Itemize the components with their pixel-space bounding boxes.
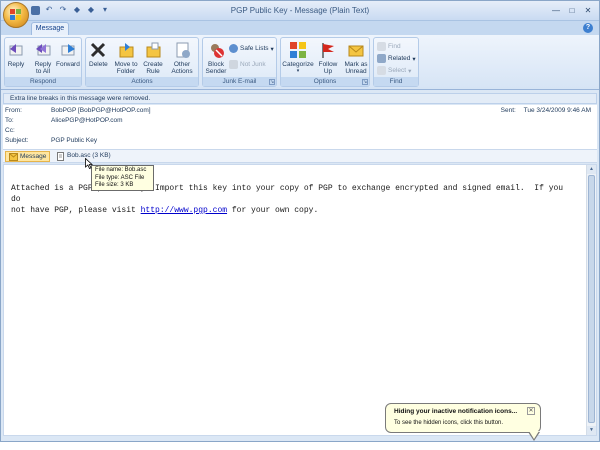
scroll-up-icon[interactable]: ▲	[587, 165, 596, 174]
pgp-website-link[interactable]: http://www.pgp.com	[141, 206, 227, 215]
select-icon	[377, 66, 386, 75]
help-icon[interactable]: ?	[583, 23, 593, 33]
tooltip-file-name: File name: Bob.asc	[95, 167, 147, 173]
find-icon	[377, 42, 386, 51]
info-bar[interactable]: Extra line breaks in this message were r…	[3, 93, 597, 104]
ribbon-group-junk-email: Block Sender Safe Lists ▾ Not Junk Junk …	[202, 37, 277, 87]
sent-value: Tue 3/24/2009 9:46 AM	[523, 107, 591, 114]
group-label-junk-email: Junk E-mail	[203, 77, 276, 86]
move-folder-icon	[117, 41, 135, 59]
find-button[interactable]: Find	[377, 42, 401, 51]
mark-as-unread-button[interactable]: Mark as Unread	[343, 41, 369, 75]
balloon-tail-inner	[529, 431, 539, 439]
envelope-icon	[9, 153, 18, 161]
delete-button[interactable]: Delete	[89, 41, 108, 68]
tooltip-file-type: File type: ASC File	[95, 174, 145, 181]
to-label: To:	[5, 117, 14, 124]
cc-label: Cc:	[5, 127, 15, 134]
maximize-icon[interactable]: □	[565, 4, 579, 16]
ribbon-tab-row: Message ?	[1, 21, 599, 35]
ribbon-group-find: Find Related ▾ Select ▾ Find	[373, 37, 419, 87]
from-label: From:	[5, 107, 22, 114]
options-launcher-icon[interactable]: ↘	[362, 79, 368, 85]
sent-label: Sent:	[500, 107, 516, 114]
scrollbar-thumb[interactable]	[588, 175, 595, 423]
close-icon[interactable]: ✕	[581, 4, 595, 16]
notification-close-icon[interactable]: ✕	[527, 407, 535, 415]
window-title: PGP Public Key - Message (Plain Text)	[230, 6, 370, 15]
group-label-find: Find	[374, 77, 418, 86]
window-controls: — □ ✕	[549, 4, 595, 16]
attachment-bob-asc[interactable]: Bob.asc (3 KB)	[53, 151, 114, 162]
ribbon-group-options: Categorize ▾ Follow Up Mark as Unread Op…	[280, 37, 370, 87]
other-actions-icon	[173, 41, 191, 59]
group-label-actions: Actions	[86, 77, 198, 86]
forward-button[interactable]: Forward	[56, 41, 80, 68]
safe-lists-icon	[229, 44, 238, 53]
from-value[interactable]: BobPGP [BobPGP@HotPOP.com]	[51, 107, 151, 114]
mark-unread-icon	[347, 41, 365, 59]
bottom-strip	[0, 442, 600, 450]
notification-balloon[interactable]: Hiding your inactive notification icons.…	[385, 403, 541, 433]
create-rule-icon	[144, 41, 162, 59]
delete-icon	[89, 41, 107, 59]
junk-email-launcher-icon[interactable]: ↘	[269, 79, 275, 85]
related-button[interactable]: Related ▾	[377, 54, 416, 63]
attachment-tooltip: File name: Bob.asc File type: ASC File F…	[91, 165, 154, 191]
group-label-respond: Respond	[5, 77, 81, 86]
reply-all-button[interactable]: Reply to All	[32, 41, 54, 75]
scroll-down-icon[interactable]: ▼	[587, 426, 596, 435]
ribbon-group-actions: Delete Move to Folder Create Rule Other …	[85, 37, 199, 87]
message-view-button[interactable]: Message	[5, 151, 51, 162]
block-sender-button[interactable]: Block Sender	[205, 41, 227, 75]
safe-lists-button[interactable]: Safe Lists ▾	[229, 44, 274, 53]
subject-value: PGP Public Key	[51, 137, 98, 144]
minimize-icon[interactable]: —	[549, 4, 563, 16]
attachment-file-icon	[56, 152, 65, 161]
follow-up-button[interactable]: Follow Up	[317, 41, 339, 75]
notification-title: Hiding your inactive notification icons.…	[394, 408, 518, 415]
mouse-cursor-icon	[85, 157, 94, 170]
categorize-button[interactable]: Categorize ▾	[282, 41, 314, 75]
to-value[interactable]: AlicePGP@HotPOP.com	[51, 117, 123, 124]
notification-text: To see the hidden icons, click this butt…	[394, 420, 504, 426]
other-actions-button[interactable]: Other Actions	[168, 41, 196, 75]
subject-label: Subject:	[5, 137, 29, 144]
ribbon: Reply Reply to All Forward Respond Delet…	[1, 35, 599, 90]
outlook-message-window: ↶ ↷ ◆ ◆ ▾ PGP Public Key - Message (Plai…	[0, 0, 600, 442]
office-button[interactable]	[3, 2, 29, 28]
forward-icon	[59, 41, 77, 59]
not-junk-icon	[229, 60, 238, 69]
reply-icon	[7, 41, 25, 59]
vertical-scrollbar[interactable]: ▲ ▼	[586, 165, 596, 435]
tab-message[interactable]: Message	[31, 22, 69, 35]
not-junk-button[interactable]: Not Junk	[229, 60, 266, 69]
select-button[interactable]: Select ▾	[377, 66, 411, 75]
create-rule-button[interactable]: Create Rule	[141, 41, 165, 75]
reply-button[interactable]: Reply	[7, 41, 25, 68]
message-body-pane[interactable]: Attached is a PGP public key. Import thi…	[3, 164, 597, 436]
follow-up-flag-icon	[319, 41, 337, 59]
tooltip-file-size: File size: 3 KB	[95, 182, 134, 188]
reply-all-icon	[34, 41, 52, 59]
office-logo-icon	[10, 9, 22, 21]
move-to-folder-button[interactable]: Move to Folder	[113, 41, 139, 75]
block-sender-icon	[207, 41, 225, 59]
message-header: From: BobPGP [BobPGP@HotPOP.com] To: Ali…	[3, 105, 597, 149]
ribbon-group-respond: Reply Reply to All Forward Respond	[4, 37, 82, 87]
title-bar: ↶ ↷ ◆ ◆ ▾ PGP Public Key - Message (Plai…	[1, 1, 599, 28]
group-label-options: Options	[281, 77, 369, 86]
categorize-icon	[289, 41, 307, 59]
related-icon	[377, 54, 386, 63]
sent-timestamp: Sent: Tue 3/24/2009 9:46 AM	[501, 107, 591, 114]
